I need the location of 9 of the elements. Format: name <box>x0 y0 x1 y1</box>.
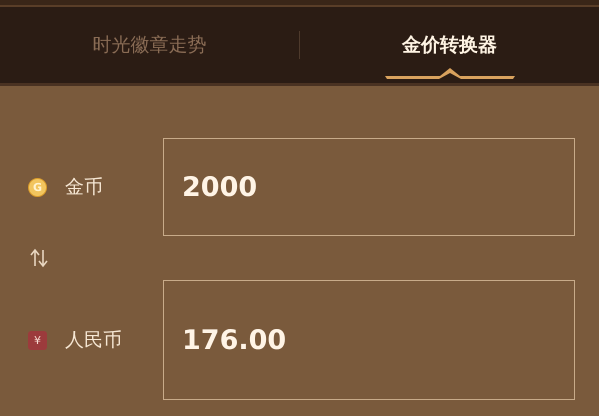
swap-icon[interactable] <box>30 248 48 268</box>
currency-label: 金币 <box>65 175 103 200</box>
tab[interactable]: 金价转换器 <box>300 7 599 83</box>
amount-field[interactable]: 176.00 <box>163 280 575 400</box>
amount-field[interactable]: 2000 <box>163 138 575 236</box>
currency-label: 人民币 <box>65 328 122 353</box>
tab[interactable]: 时光徽章走势 <box>0 7 299 83</box>
coin-icon: G <box>28 178 47 196</box>
currency-icon: ¥ <box>28 330 47 350</box>
